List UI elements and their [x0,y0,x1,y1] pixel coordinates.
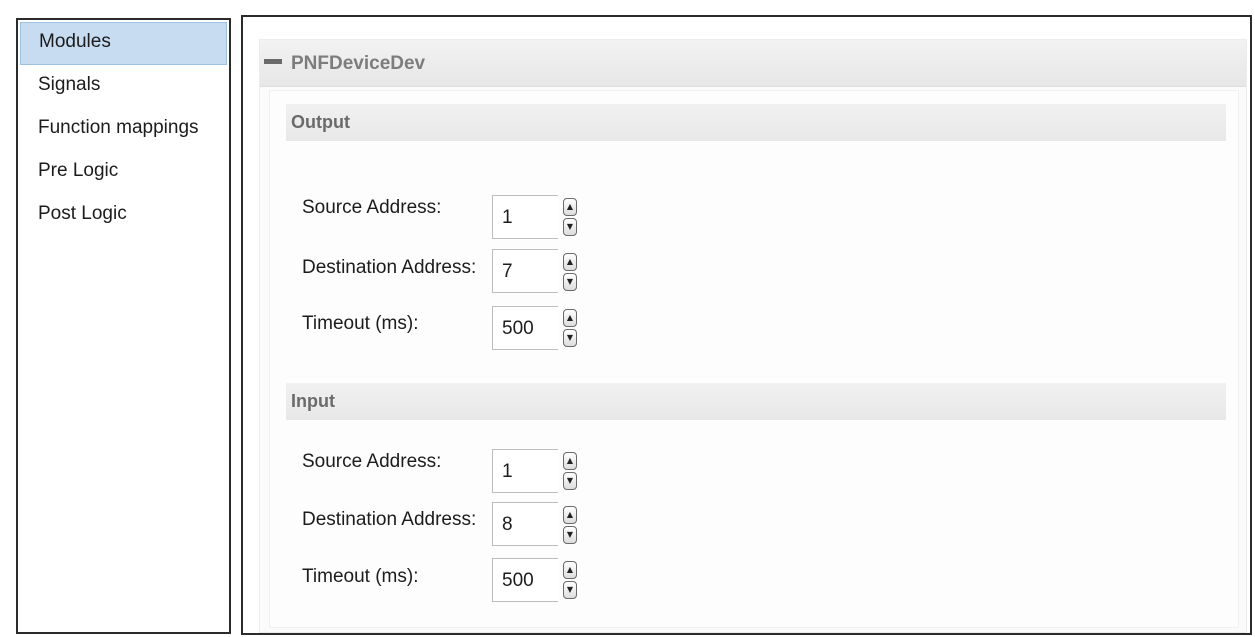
nav-item-post-logic[interactable]: Post Logic [20,194,227,237]
input-section-title: Input [291,391,335,411]
input-timeout-spinner: ▲ ▼ [563,561,577,599]
arrow-up-icon[interactable]: ▲ [563,506,577,524]
output-timeout-input[interactable]: 500 [492,306,558,350]
device-group: PNFDeviceDev Output Source Address: 1 ▲ … [259,39,1247,633]
input-timeout-label: Timeout (ms): [302,566,419,587]
content-panel: PNFDeviceDev Output Source Address: 1 ▲ … [241,15,1252,635]
input-destination-address-spinner: ▲ ▼ [563,506,577,544]
output-destination-address-spinner: ▲ ▼ [563,253,577,291]
navigation-panel: Modules Signals Function mappings Pre Lo… [16,18,231,634]
arrow-down-icon[interactable]: ▼ [563,472,577,490]
output-source-address-spinner: ▲ ▼ [563,198,577,236]
output-source-address-input[interactable]: 1 [492,195,558,239]
output-section-title: Output [291,112,350,132]
minus-icon[interactable] [264,59,282,65]
device-group-header[interactable]: PNFDeviceDev [260,40,1246,87]
input-destination-address-label: Destination Address: [302,509,477,530]
output-timeout-spinner: ▲ ▼ [563,309,577,347]
device-name: PNFDeviceDev [291,53,426,74]
input-source-address-input[interactable]: 1 [492,449,558,493]
nav-item-function-mappings[interactable]: Function mappings [20,108,227,151]
nav-list: Modules Signals Function mappings Pre Lo… [18,20,229,237]
output-destination-address-label: Destination Address: [302,257,477,278]
output-destination-address-input[interactable]: 7 [492,249,558,293]
arrow-down-icon[interactable]: ▼ [563,273,577,291]
input-source-address-spinner: ▲ ▼ [563,452,577,490]
arrow-down-icon[interactable]: ▼ [563,218,577,236]
output-section-header: Output [286,104,1226,141]
input-destination-address-input[interactable]: 8 [492,502,558,546]
arrow-up-icon[interactable]: ▲ [563,452,577,470]
output-source-address-label: Source Address: [302,197,442,218]
input-source-address-label: Source Address: [302,451,442,472]
input-timeout-input[interactable]: 500 [492,558,558,602]
output-timeout-label: Timeout (ms): [302,313,419,334]
input-section-header: Input [286,383,1226,420]
device-group-body: Output Source Address: 1 ▲ ▼ Destination… [269,90,1239,628]
arrow-up-icon[interactable]: ▲ [563,253,577,271]
nav-item-modules[interactable]: Modules [20,22,227,65]
arrow-up-icon[interactable]: ▲ [563,309,577,327]
arrow-down-icon[interactable]: ▼ [563,329,577,347]
arrow-down-icon[interactable]: ▼ [563,526,577,544]
nav-item-pre-logic[interactable]: Pre Logic [20,151,227,194]
nav-item-signals[interactable]: Signals [20,65,227,108]
arrow-up-icon[interactable]: ▲ [563,198,577,216]
arrow-up-icon[interactable]: ▲ [563,561,577,579]
arrow-down-icon[interactable]: ▼ [563,581,577,599]
